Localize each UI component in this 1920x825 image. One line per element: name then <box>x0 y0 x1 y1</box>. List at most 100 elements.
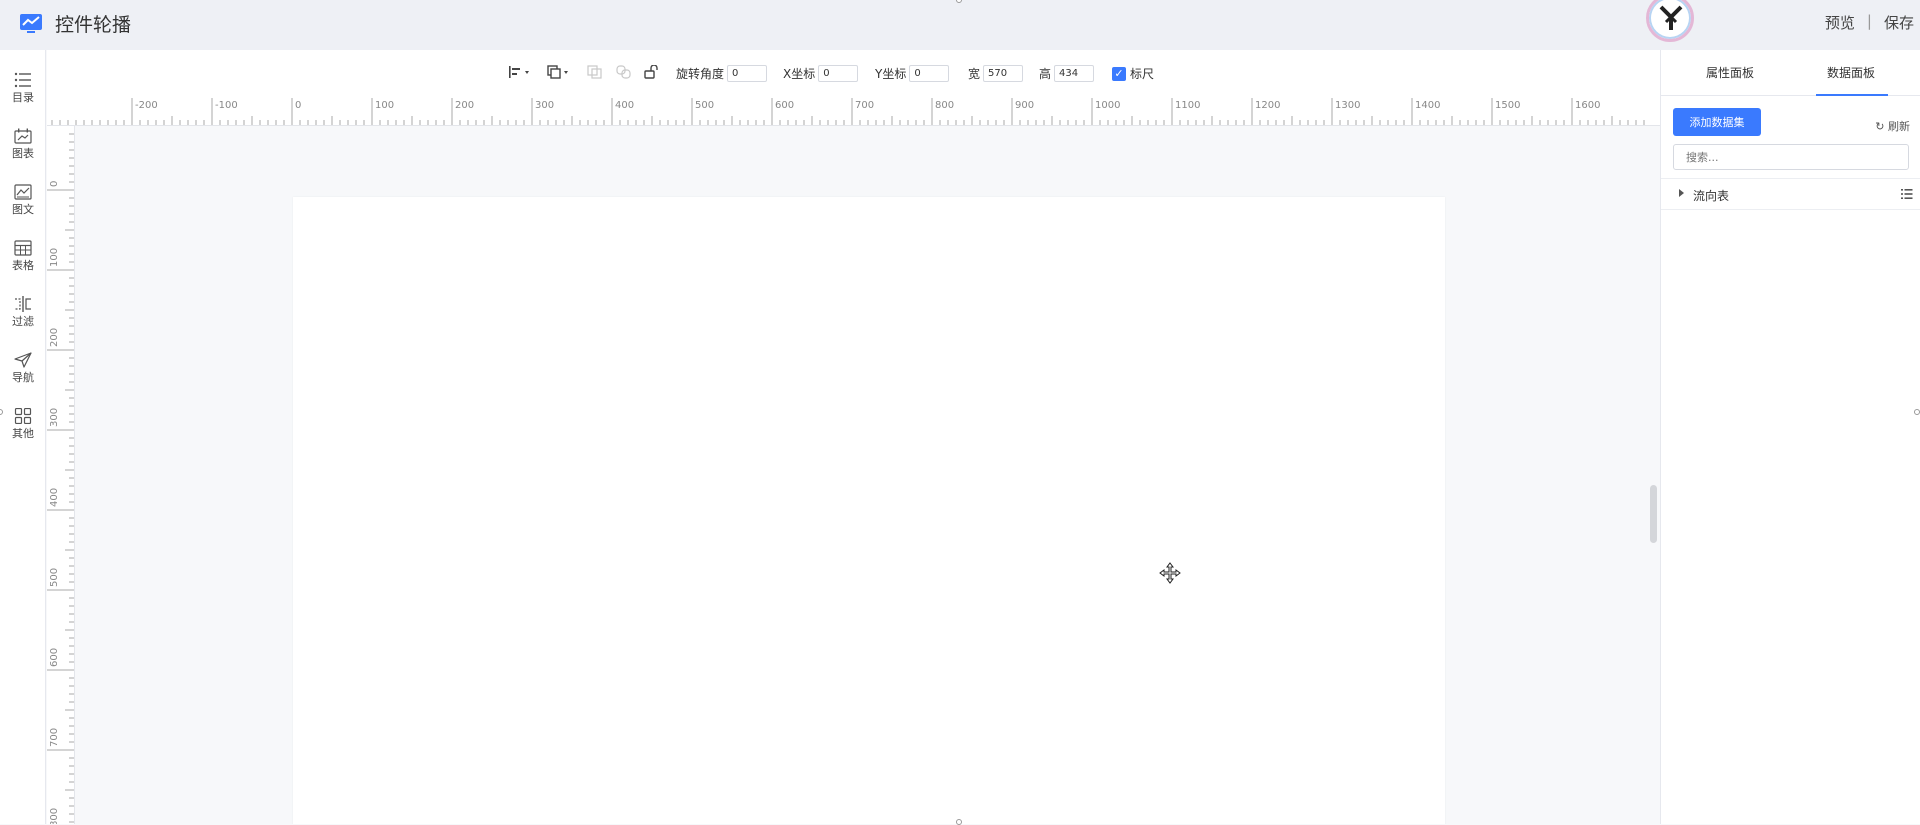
ruler-label: 标尺 <box>1130 67 1155 81</box>
ruler-tick-label: 400 <box>615 100 634 111</box>
app-header: 控件轮播 预览 | 保存 <box>0 0 1920 50</box>
refresh-button[interactable]: ↻ 刷新 <box>1875 118 1910 134</box>
navigate-icon <box>14 352 32 368</box>
resize-handle-bottom[interactable] <box>956 819 962 825</box>
page-title: 控件轮播 <box>55 14 132 36</box>
ruler-tick-label: -200 <box>135 100 158 111</box>
ruler-tick-label: 1400 <box>1415 100 1440 111</box>
ruler-tick-label: 300 <box>535 100 554 111</box>
top-ruler: -200 -100 0 100 200 300 400 500 600 700 800 900 1000… <box>47 98 1660 126</box>
ruler-tick-label: 700 <box>855 100 874 111</box>
height-input[interactable] <box>1054 65 1095 82</box>
ruler-tick-label: 500 <box>49 568 60 587</box>
editor-toolbar: 旋转角度 X坐标 Y坐标 宽 高 ✓ 标尺 <box>47 50 1660 98</box>
ruler-toggle[interactable]: ✓ 标尺 <box>1112 65 1154 82</box>
sidebar-item-filter[interactable]: 过滤 <box>0 296 46 344</box>
chart-icon <box>14 128 32 144</box>
layer-icon <box>547 65 568 79</box>
ruler-tick-label: 800 <box>49 808 60 824</box>
ruler-tick-label: 500 <box>695 100 714 111</box>
separator: | <box>1866 12 1872 30</box>
y-input[interactable] <box>909 65 950 82</box>
caret-right-icon[interactable] <box>1679 189 1684 197</box>
group-icon <box>587 65 602 79</box>
sidebar-item-chart[interactable]: 图表 <box>0 128 46 176</box>
sidebar-item-image-text[interactable]: 图文 <box>0 184 46 232</box>
canvas-page[interactable] <box>293 197 1445 824</box>
ruler-tick-label: 1600 <box>1575 100 1600 111</box>
sidebar-item-label: 导航 <box>12 371 34 384</box>
design-canvas[interactable] <box>76 127 1660 824</box>
header-actions: 预览 | 保存 <box>1825 12 1914 33</box>
x-label: X坐标 <box>783 67 816 81</box>
group-button[interactable] <box>587 65 603 79</box>
dashboard-logo-icon <box>20 14 42 33</box>
sidebar-item-other[interactable]: 其他 <box>0 408 46 456</box>
ruler-tick-label: 1300 <box>1335 100 1360 111</box>
layer-dropdown[interactable] <box>547 65 571 79</box>
image-text-icon <box>14 184 32 200</box>
y-field: Y坐标 <box>875 65 950 82</box>
lock-button[interactable] <box>644 65 660 79</box>
ruler-tick-label: 1500 <box>1495 100 1520 111</box>
ruler-tick-label: 1200 <box>1255 100 1280 111</box>
save-button[interactable]: 保存 <box>1884 12 1914 33</box>
sidebar-item-label: 表格 <box>12 259 34 272</box>
width-input[interactable] <box>983 65 1024 82</box>
tab-data[interactable]: 数据面板 <box>1827 64 1875 81</box>
move-cursor-icon <box>1159 562 1181 584</box>
x-input[interactable] <box>818 65 859 82</box>
height-field: 高 <box>1039 65 1095 82</box>
left-ruler: 0 100 200 300 400 500 600 700 800 <box>47 126 75 824</box>
ungroup-button[interactable] <box>616 65 632 79</box>
sidebar-item-label: 过滤 <box>12 315 34 328</box>
table-icon <box>14 240 32 256</box>
ruler-tick-label: 0 <box>295 100 301 111</box>
sidebar-item-label: 图表 <box>12 147 34 160</box>
sidebar-item-label: 图文 <box>12 203 34 216</box>
filter-icon <box>15 296 31 312</box>
avatar-logo-icon <box>1659 5 1683 30</box>
tree-item[interactable]: 流向表 <box>1661 178 1920 210</box>
sidebar-item-label: 目录 <box>12 91 34 104</box>
active-tab-indicator <box>1816 94 1888 96</box>
ruler-tick-label: 400 <box>49 488 60 507</box>
left-ruler-scale: 0 100 200 300 400 500 600 700 800 <box>47 133 74 824</box>
component-sidebar: 目录 图表 图文 表格 过滤 导航 其他 <box>0 50 46 824</box>
user-avatar[interactable] <box>1646 0 1694 42</box>
resize-handle-right[interactable] <box>1914 409 1920 415</box>
sidebar-item-catalog[interactable]: 目录 <box>0 72 46 120</box>
ruler-tick-label: 600 <box>49 648 60 667</box>
y-label: Y坐标 <box>875 67 907 81</box>
ruler-checkbox[interactable]: ✓ <box>1112 66 1126 81</box>
sidebar-item-table[interactable]: 表格 <box>0 240 46 288</box>
vertical-scrollbar[interactable] <box>1650 485 1657 543</box>
ruler-tick-label: 900 <box>1015 100 1034 111</box>
ruler-tick-label: 100 <box>49 248 60 267</box>
rotation-input[interactable] <box>727 65 768 82</box>
ruler-tick-label: 100 <box>375 100 394 111</box>
tab-properties[interactable]: 属性面板 <box>1706 64 1754 81</box>
sidebar-item-navigation[interactable]: 导航 <box>0 352 46 400</box>
ruler-tick-label: -100 <box>215 100 238 111</box>
align-left-icon <box>509 66 529 78</box>
dataset-search-input[interactable] <box>1673 144 1909 170</box>
ruler-tick-label: 1000 <box>1095 100 1120 111</box>
align-dropdown[interactable] <box>508 65 532 79</box>
top-ruler-scale: -200 -100 0 100 200 300 400 500 600 700 800 900 1000… <box>51 98 1645 125</box>
rotation-field: 旋转角度 <box>676 65 768 82</box>
ruler-tick-label: 300 <box>49 408 60 427</box>
x-field: X坐标 <box>783 65 859 82</box>
ruler-tick-label: 1100 <box>1175 100 1200 111</box>
preview-button[interactable]: 预览 <box>1825 12 1855 33</box>
width-field: 宽 <box>968 65 1024 82</box>
add-dataset-button[interactable]: 添加数据集 <box>1673 108 1761 136</box>
ruler-tick-label: 0 <box>49 181 60 187</box>
width-label: 宽 <box>968 67 981 81</box>
ungroup-icon <box>616 65 631 79</box>
refresh-icon: ↻ <box>1875 120 1885 133</box>
height-label: 高 <box>1039 67 1052 81</box>
ruler-tick-label: 200 <box>49 328 60 347</box>
grid-icon <box>14 408 32 424</box>
menu-list-icon[interactable] <box>1901 188 1913 200</box>
